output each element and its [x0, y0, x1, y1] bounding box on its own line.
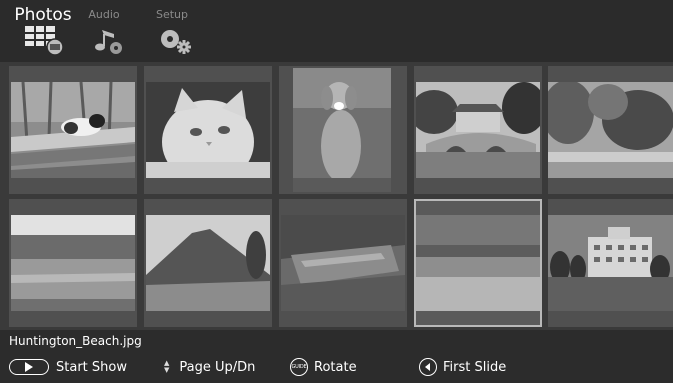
tab-setup-label: Setup: [155, 8, 189, 21]
page-up-down-icon: ▲ ▼: [164, 359, 170, 374]
photo-thumbnail-1[interactable]: [9, 66, 137, 194]
photo-image: [281, 215, 405, 311]
photo-thumbnail-5[interactable]: [548, 66, 673, 194]
page-up-down-control[interactable]: ▲ ▼ Page Up/Dn: [164, 357, 255, 377]
tab-audio-label: Audio: [88, 8, 120, 21]
guide-button-icon[interactable]: GUIDE: [290, 358, 308, 376]
start-show-label: Start Show: [56, 359, 127, 375]
photo-image: [11, 215, 135, 311]
setup-gears-icon[interactable]: [158, 28, 194, 60]
tab-photos[interactable]: Photos: [12, 5, 74, 25]
photo-thumbnail-2[interactable]: [144, 66, 272, 194]
photo-thumbnail-9[interactable]: [414, 199, 542, 327]
photo-thumbnail-7[interactable]: [144, 199, 272, 327]
selected-filename: Huntington_Beach.jpg: [9, 334, 142, 348]
first-slide-label: First Slide: [443, 359, 507, 375]
footer-controls: Start Show ▲ ▼ Page Up/Dn GUIDE Rotate Fi…: [0, 350, 673, 383]
photo-thumbnail-3[interactable]: [279, 66, 407, 194]
rotate-control[interactable]: GUIDE Rotate: [290, 357, 357, 377]
photo-thumbnail-4[interactable]: [414, 66, 542, 194]
photo-image: [416, 215, 540, 311]
guide-button-text: GUIDE: [291, 364, 307, 370]
tab-photos-label: Photos: [14, 5, 72, 25]
photo-image: [146, 82, 270, 178]
tab-audio[interactable]: Audio: [84, 8, 124, 21]
play-button-icon[interactable]: [9, 359, 49, 375]
photo-thumbnail-6[interactable]: [9, 199, 137, 327]
photo-image: [293, 68, 391, 192]
start-show-control[interactable]: Start Show: [9, 357, 127, 377]
photo-image: [416, 82, 540, 178]
photo-image: [548, 82, 673, 178]
photo-image: [548, 215, 673, 311]
tab-setup[interactable]: Setup: [150, 8, 194, 21]
back-arrow-icon[interactable]: [419, 358, 437, 376]
music-note-icon[interactable]: [92, 28, 126, 60]
top-menu-bar: Photos Audio Setup: [0, 0, 673, 62]
photo-image: [11, 82, 135, 178]
photo-grid-icon[interactable]: [25, 26, 69, 60]
page-up-down-label: Page Up/Dn: [179, 359, 256, 375]
photo-image: [146, 215, 270, 311]
photo-thumbnail-10[interactable]: [548, 199, 673, 327]
photo-grid: [0, 62, 673, 330]
rotate-label: Rotate: [314, 359, 357, 375]
photo-thumbnail-8[interactable]: [279, 199, 407, 327]
first-slide-control[interactable]: First Slide: [419, 357, 506, 377]
